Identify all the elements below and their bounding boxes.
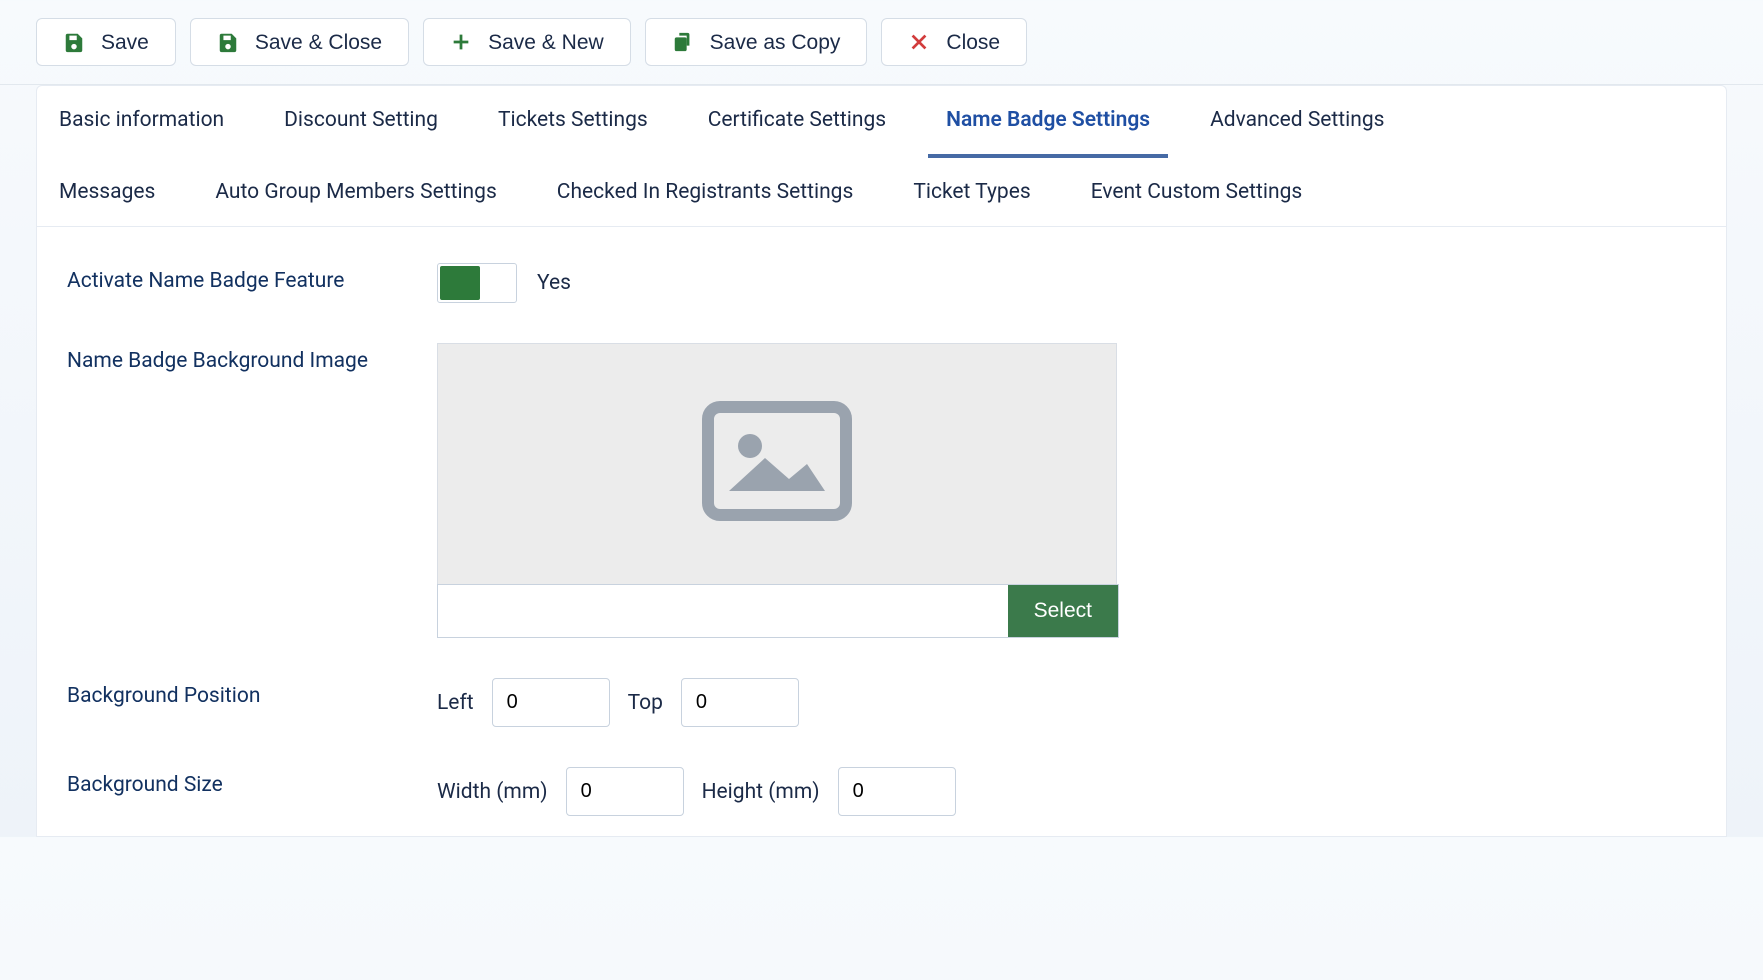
tab-tickets-settings[interactable]: Tickets Settings (480, 86, 666, 158)
form-name-badge: Activate Name Badge Feature Yes Name Bad… (37, 227, 1726, 836)
bg-image-path-input[interactable] (438, 585, 1008, 637)
save-new-button[interactable]: Save & New (423, 18, 631, 66)
label-bg-size: Background Size (67, 767, 397, 797)
save-close-button[interactable]: Save & Close (190, 18, 409, 66)
input-bg-left[interactable] (492, 678, 610, 727)
label-bg-top: Top (628, 691, 663, 715)
row-bg-size: Background Size Width (mm) Height (mm) (67, 767, 1696, 816)
copy-icon (672, 31, 694, 53)
label-bg-left: Left (437, 691, 474, 715)
close-button[interactable]: Close (881, 18, 1027, 66)
input-bg-top[interactable] (681, 678, 799, 727)
tab-advanced-settings[interactable]: Advanced Settings (1192, 86, 1402, 158)
toolbar: Save Save & Close Save & New Save as Cop… (0, 0, 1763, 85)
tab-auto-group-members-settings[interactable]: Auto Group Members Settings (197, 158, 514, 226)
plus-icon (450, 31, 472, 53)
save-icon (63, 31, 85, 53)
input-bg-height[interactable] (838, 767, 956, 816)
save-copy-button[interactable]: Save as Copy (645, 18, 868, 66)
save-button-label: Save (101, 32, 149, 53)
save-icon (217, 31, 239, 53)
bg-image-picker: Select (437, 584, 1119, 638)
save-new-button-label: Save & New (488, 32, 604, 53)
tab-certificate-settings[interactable]: Certificate Settings (690, 86, 904, 158)
bg-image-preview (437, 343, 1117, 585)
toggle-activate-feature[interactable] (437, 263, 517, 303)
tab-panel: Basic information Discount Setting Ticke… (36, 85, 1727, 837)
toggle-knob (440, 266, 480, 300)
tab-name-badge-settings[interactable]: Name Badge Settings (928, 86, 1168, 158)
label-bg-width: Width (mm) (437, 780, 548, 804)
image-placeholder-icon (702, 401, 852, 527)
save-copy-button-label: Save as Copy (710, 32, 841, 53)
toggle-activate-text: Yes (537, 271, 571, 295)
row-bg-position: Background Position Left Top (67, 678, 1696, 727)
label-activate-feature: Activate Name Badge Feature (67, 263, 397, 293)
row-bg-image: Name Badge Background Image Select (67, 343, 1696, 638)
tab-discount-setting[interactable]: Discount Setting (266, 86, 456, 158)
tabs: Basic information Discount Setting Ticke… (37, 86, 1726, 227)
label-bg-height: Height (mm) (702, 780, 820, 804)
tab-ticket-types[interactable]: Ticket Types (895, 158, 1048, 226)
tab-basic-information[interactable]: Basic information (41, 86, 242, 158)
tab-checked-in-registrants-settings[interactable]: Checked In Registrants Settings (539, 158, 872, 226)
select-image-button[interactable]: Select (1008, 585, 1118, 637)
input-bg-width[interactable] (566, 767, 684, 816)
label-bg-position: Background Position (67, 678, 397, 708)
tab-event-custom-settings[interactable]: Event Custom Settings (1073, 158, 1321, 226)
row-activate-feature: Activate Name Badge Feature Yes (67, 263, 1696, 303)
save-button[interactable]: Save (36, 18, 176, 66)
label-bg-image: Name Badge Background Image (67, 343, 397, 373)
save-close-button-label: Save & Close (255, 32, 382, 53)
close-icon (908, 31, 930, 53)
close-button-label: Close (946, 32, 1000, 53)
tab-messages[interactable]: Messages (41, 158, 173, 226)
